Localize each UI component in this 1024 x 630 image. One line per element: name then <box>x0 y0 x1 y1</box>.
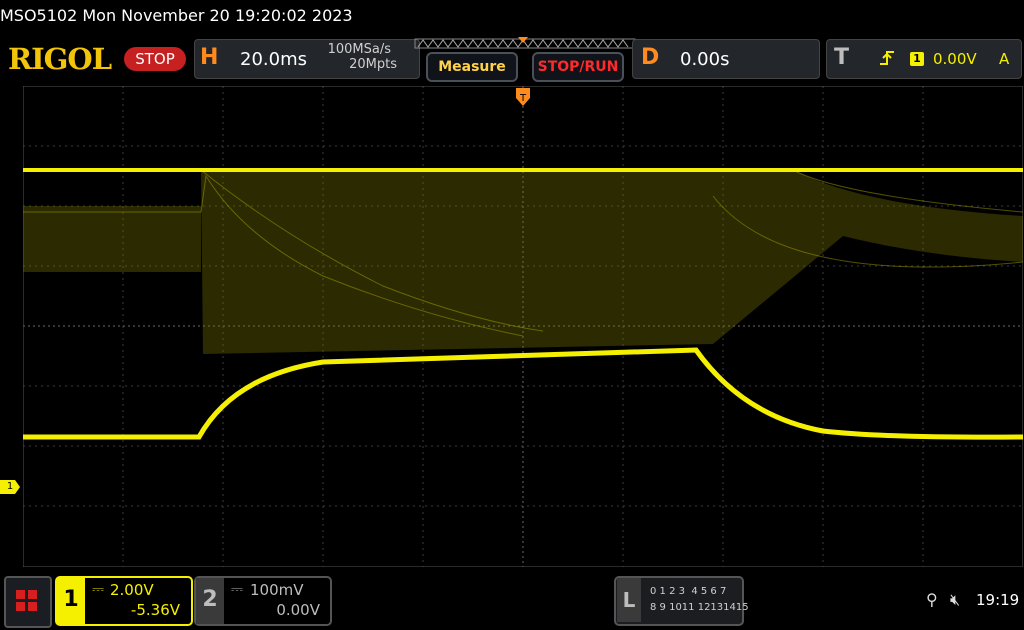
stop-run-button[interactable]: STOP/RUN <box>532 52 624 82</box>
logic-channels-row1: 0 1 2 3 4 5 6 7 <box>650 586 727 597</box>
timebase-value: 20.0ms <box>240 49 307 70</box>
ch1-offset: -5.36V <box>130 601 180 619</box>
trigger-letter: T <box>834 45 850 70</box>
usb-icon: ⚲ <box>926 590 938 609</box>
menu-grid-icon <box>16 590 37 611</box>
ch1-number: 1 <box>57 578 85 624</box>
title-bar: MSO5102 Mon November 20 19:20:02 2023 <box>0 0 1024 34</box>
delay-letter: D <box>641 45 660 70</box>
delay-value: 0.00s <box>680 49 730 70</box>
ch2-scale: 100mV <box>250 581 304 599</box>
measure-button[interactable]: Measure <box>426 52 518 82</box>
ch1-coupling-icon: ⎓ <box>92 580 104 598</box>
ch2-number: 2 <box>196 578 224 624</box>
ch2-offset: 0.00V <box>276 601 320 619</box>
clock-time: 19:19 <box>976 591 1020 609</box>
device-title: MSO5102 Mon November 20 19:20:02 2023 <box>0 6 353 25</box>
trigger-channel-badge: 1 <box>910 52 924 66</box>
trigger-panel[interactable] <box>826 39 1022 79</box>
svg-text:T: T <box>519 93 527 104</box>
rising-edge-icon <box>880 51 894 65</box>
trigger-mode: A <box>999 50 1010 68</box>
logic-channels-row2: 8 9 1011 12131415 <box>650 602 749 613</box>
menu-button[interactable] <box>4 576 52 628</box>
logic-letter: L <box>617 578 641 622</box>
waveform-display[interactable]: T <box>23 86 1023 567</box>
memory-depth: 20Mpts <box>349 57 397 72</box>
sample-rate: 100MSa/s <box>327 42 391 57</box>
rigol-logo: RIGOL <box>8 42 112 76</box>
ch1-scale: 2.00V <box>110 581 154 599</box>
horizontal-letter: H <box>200 45 219 70</box>
ch2-coupling-icon: ⎓ <box>231 580 243 598</box>
trigger-position-strip[interactable] <box>414 37 636 51</box>
run-state-badge[interactable]: STOP <box>124 47 186 71</box>
speaker-muted-icon[interactable]: 🔇︎ <box>950 590 960 610</box>
trigger-position-marker-icon <box>518 37 528 43</box>
ch1-ground-marker[interactable]: 1 <box>0 480 20 494</box>
trigger-level: 0.00V <box>933 50 977 68</box>
